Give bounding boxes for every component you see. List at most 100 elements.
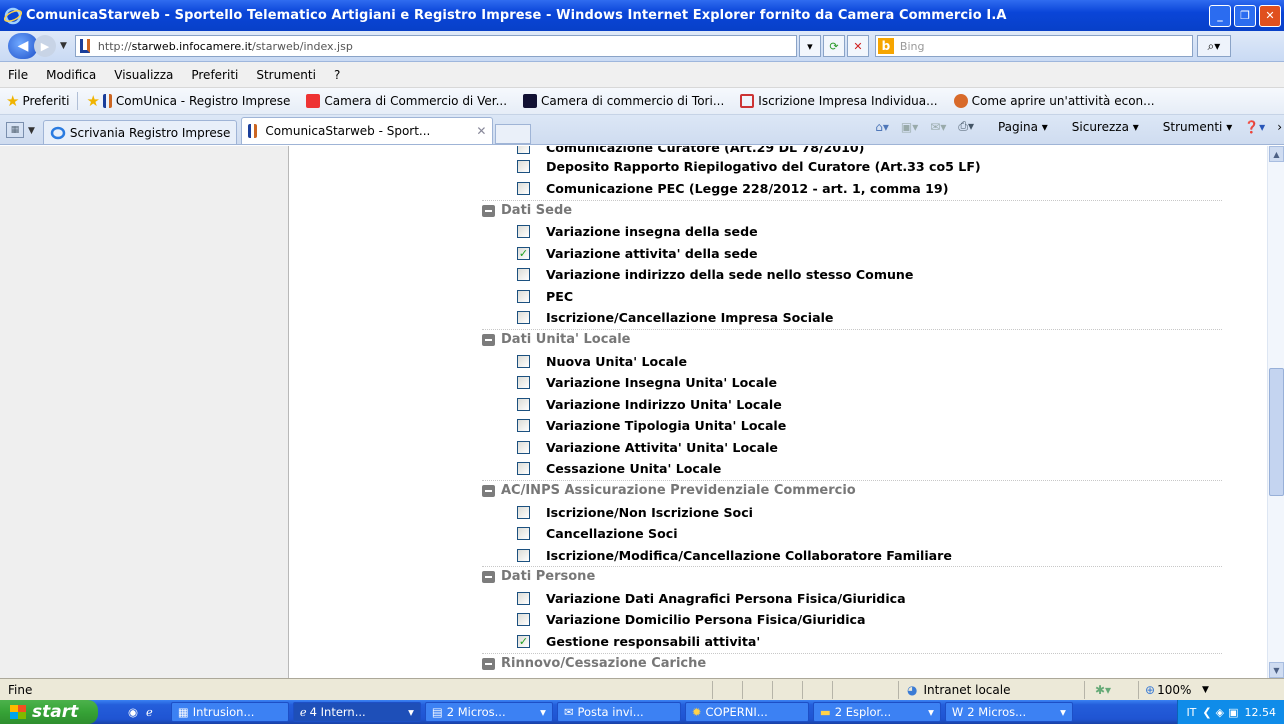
list-item[interactable]: Variazione Dati Anagrafici Persona Fisic… [517, 588, 906, 609]
checkbox[interactable] [517, 462, 530, 475]
page-menu[interactable]: Pagina ▾ [986, 120, 1048, 134]
favorite-item-come-aprire[interactable]: Come aprire un'attività econ... [953, 94, 1155, 108]
list-item[interactable]: Comunicazione PEC (Legge 228/2012 - art.… [517, 178, 948, 199]
quicklaunch-icon[interactable]: ◉ [128, 705, 138, 719]
checkbox[interactable] [517, 146, 530, 154]
checkbox[interactable] [517, 355, 530, 368]
list-item[interactable]: Variazione Domicilio Persona Fisica/Giur… [517, 609, 866, 630]
list-item[interactable]: Iscrizione/Modifica/Cancellazione Collab… [517, 545, 952, 566]
list-item[interactable]: PEC [517, 286, 573, 307]
section-header[interactable]: Dati Persone [482, 566, 595, 587]
checkbox[interactable]: ✓ [517, 635, 530, 648]
taskbar-item[interactable]: ▤ 2 Micros... ▾ [424, 702, 553, 722]
list-item[interactable]: Variazione insegna della sede [517, 221, 758, 242]
checkbox[interactable] [517, 398, 530, 411]
menu-file[interactable]: File [8, 68, 28, 82]
list-item[interactable]: ✓ Variazione attivita' della sede [517, 243, 758, 264]
collapse-icon[interactable] [482, 484, 495, 497]
print-icon[interactable]: ⎙▾ [958, 119, 974, 134]
checkbox[interactable] [517, 527, 530, 540]
checkbox[interactable] [517, 311, 530, 324]
taskbar-item[interactable]: ▬ 2 Esplor... ▾ [812, 702, 941, 722]
tab-list-dropdown-icon[interactable]: ▼ [28, 126, 35, 136]
scroll-down-icon[interactable]: ▼ [1269, 662, 1284, 678]
quick-tabs-icon[interactable]: ▦ [6, 122, 24, 138]
favorite-item-iscrizione[interactable]: Iscrizione Impresa Individua... [740, 94, 938, 108]
close-button[interactable]: ✕ [1259, 4, 1281, 27]
home-icon[interactable]: ⌂▾ [875, 120, 889, 134]
monitor-icon[interactable]: ▣ [1228, 706, 1238, 719]
checkbox[interactable] [517, 549, 530, 562]
checkbox[interactable] [517, 376, 530, 389]
taskbar-item[interactable]: W2 Micros... ▾ [944, 702, 1073, 722]
menu-preferiti[interactable]: Preferiti [191, 68, 238, 82]
add-favorite-icon[interactable]: ★ [86, 92, 99, 110]
favorites-button[interactable]: Preferiti [22, 94, 69, 108]
language-indicator[interactable]: IT [1186, 706, 1196, 719]
section-header[interactable]: AC/INPS Assicurazione Previdenziale Comm… [482, 480, 856, 501]
menu-help[interactable]: ? [334, 68, 340, 82]
checkbox[interactable] [517, 592, 530, 605]
tray-expand-icon[interactable]: ❮ [1202, 706, 1211, 719]
list-item[interactable]: Variazione indirizzo della sede nello st… [517, 264, 913, 285]
favorite-item-camera-verona[interactable]: Camera di Commercio di Ver... [306, 94, 507, 108]
stop-icon[interactable]: ✕ [846, 35, 869, 57]
history-dropdown-icon[interactable]: ▼ [60, 41, 67, 51]
safety-menu[interactable]: Sicurezza ▾ [1060, 120, 1139, 134]
list-item[interactable]: Iscrizione/Cancellazione Impresa Sociale [517, 307, 833, 328]
checkbox[interactable] [517, 290, 530, 303]
zoom-control[interactable]: ⊕ 100% [1138, 680, 1198, 699]
protected-mode-cell[interactable]: ✱▾ [1084, 680, 1138, 699]
taskbar-item[interactable]: ℯ4 Intern... ▾ [292, 702, 421, 722]
section-header[interactable]: Dati Sede [482, 200, 572, 221]
list-item[interactable]: Variazione Attivita' Unita' Locale [517, 437, 778, 458]
menu-visualizza[interactable]: Visualizza [114, 68, 173, 82]
list-item[interactable]: Iscrizione/Non Iscrizione Soci [517, 502, 753, 523]
chevron-right-icon[interactable]: › [1277, 120, 1282, 134]
scroll-up-icon[interactable]: ▲ [1269, 146, 1284, 162]
taskbar-item[interactable]: ✹ COPERNI... [684, 702, 809, 722]
address-input[interactable]: http://starweb.infocamere.it/starweb/ind… [74, 35, 797, 57]
list-item[interactable]: ✓ Gestione responsabili attivita' [517, 631, 760, 652]
collapse-icon[interactable] [482, 333, 495, 346]
start-button[interactable]: start [0, 700, 98, 724]
checkbox[interactable] [517, 613, 530, 626]
network-icon[interactable]: ◈ [1216, 706, 1224, 719]
checkbox[interactable] [517, 160, 530, 173]
forward-button[interactable]: ▶ [34, 35, 56, 57]
list-item[interactable]: Variazione Insegna Unita' Locale [517, 372, 777, 393]
list-item[interactable]: Nuova Unita' Locale [517, 351, 687, 372]
taskbar-item[interactable]: ✉ Posta invi... [556, 702, 681, 722]
new-tab-button[interactable] [495, 124, 532, 144]
clock[interactable]: 12.54 [1245, 706, 1277, 719]
section-header[interactable]: Dati Unita' Locale [482, 329, 631, 350]
list-item[interactable]: Deposito Rapporto Riepilogativo del Cura… [517, 156, 981, 177]
search-icon[interactable]: ⌕▾ [1196, 35, 1231, 57]
collapse-icon[interactable] [482, 657, 495, 670]
section-header[interactable]: Rinnovo/Cessazione Cariche [482, 653, 706, 674]
checkbox[interactable] [517, 419, 530, 432]
address-dropdown-icon[interactable]: ▾ [798, 35, 821, 57]
refresh-icon[interactable]: ⟳ [822, 35, 845, 57]
collapse-icon[interactable] [482, 570, 495, 583]
help-icon[interactable]: ❓▾ [1244, 120, 1265, 134]
close-tab-icon[interactable]: ✕ [476, 124, 486, 138]
list-item[interactable]: Cessazione Unita' Locale [517, 458, 721, 479]
feeds-icon[interactable]: ▣▾ [901, 120, 918, 134]
tab-scrivania[interactable]: Scrivania Registro Imprese [42, 120, 238, 144]
checkbox[interactable]: ✓ [517, 247, 530, 260]
collapse-icon[interactable] [482, 204, 495, 217]
ie-quicklaunch-icon[interactable]: ℯ [146, 705, 153, 719]
zoom-dropdown-icon[interactable]: ▼ [1202, 685, 1209, 695]
tools-menu[interactable]: Strumenti ▾ [1151, 120, 1232, 134]
scroll-thumb[interactable] [1269, 368, 1284, 496]
mail-icon[interactable]: ✉▾ [930, 120, 946, 134]
list-item[interactable]: Variazione Indirizzo Unita' Locale [517, 394, 782, 415]
checkbox[interactable] [517, 225, 530, 238]
taskbar-item[interactable]: ▦ Intrusion... [170, 702, 289, 722]
checkbox[interactable] [517, 506, 530, 519]
menu-strumenti[interactable]: Strumenti [256, 68, 316, 82]
menu-modifica[interactable]: Modifica [46, 68, 96, 82]
checkbox[interactable] [517, 441, 530, 454]
favorite-item-comunica[interactable]: ComUnica - Registro Imprese [102, 94, 290, 108]
